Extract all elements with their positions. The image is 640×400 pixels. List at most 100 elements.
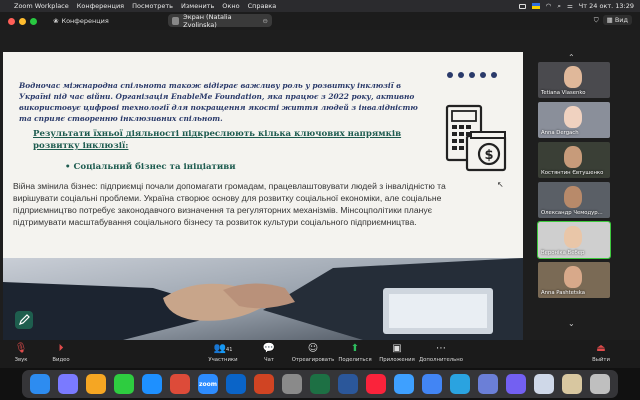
participant-tile[interactable]: Tetiana Vlasenko — [538, 62, 610, 98]
dock-preview-icon[interactable] — [478, 374, 498, 394]
zoom-title-bar: ❀ Конференция Экран (Natalia Zvolinska) … — [0, 12, 640, 30]
menu-item-help[interactable]: Справка — [248, 2, 277, 10]
dock-trash-icon[interactable] — [590, 374, 610, 394]
participant-tile[interactable]: Олександр Чемодур... — [538, 182, 610, 218]
search-icon[interactable]: ⌕ — [557, 2, 561, 11]
participant-name: Олександр Чемодур... — [541, 210, 603, 216]
menu-item-edit[interactable]: Изменить — [181, 2, 214, 10]
participant-name: Вероніка Вебер — [541, 250, 585, 256]
security-icon[interactable]: ⛉ — [594, 16, 599, 25]
wifi-icon[interactable]: ◠ — [546, 2, 552, 10]
dock-telegram-icon[interactable] — [450, 374, 470, 394]
react-label: Отреагировать — [291, 357, 335, 363]
chat-label: Чат — [264, 357, 274, 363]
participants-button[interactable]: 👥41 Участники — [198, 343, 248, 363]
dock-facetime-icon[interactable] — [114, 374, 134, 394]
dock-zoom-icon[interactable]: zoom — [198, 374, 218, 394]
screen-share-indicator[interactable]: Экран (Natalia Zvolinska) ⊖ — [168, 12, 272, 29]
participant-name: Костянтин Євтушенко — [541, 170, 604, 176]
video-button[interactable]: ⏵ Видео — [36, 343, 86, 363]
slide-bullet: • Соціальний бізнес та ініціативи — [65, 162, 236, 172]
annotate-pen-button[interactable] — [15, 311, 33, 329]
slide-heading: Результати їхньої діяльності підкреслюют… — [33, 129, 402, 151]
presenter-avatar — [172, 16, 180, 25]
dock-app-store-icon[interactable] — [142, 374, 162, 394]
grid-icon: ▦ — [606, 16, 613, 24]
apps-icon: ▣ — [392, 343, 402, 354]
control-center-icon[interactable]: ⚌ — [567, 2, 573, 10]
clock[interactable]: Чт 24 окт. 13:29 — [579, 2, 634, 10]
meeting-toolbar: 🎙 Звук ⏵ Видео 👥41 Участники 💬 Чат ☺ Отр… — [0, 340, 640, 368]
gallery-scroll-down-icon[interactable]: ⌄ — [568, 319, 575, 328]
dock-finder-window-icon[interactable] — [534, 374, 554, 394]
keyboard-layout-flag-icon[interactable] — [531, 3, 540, 9]
camera-off-icon: ⏵ — [58, 343, 64, 354]
share-label-toolbar: Поделиться — [338, 357, 372, 363]
dock-excel-icon[interactable] — [310, 374, 330, 394]
participant-video — [564, 186, 582, 208]
dock-settings-icon[interactable] — [282, 374, 302, 394]
apps-button[interactable]: ▣ Приложения — [372, 343, 422, 363]
participants-label: Участники — [208, 357, 238, 363]
audio-label: Звук — [14, 357, 28, 363]
participant-video — [564, 66, 582, 88]
menu-item-window[interactable]: Окно — [222, 2, 239, 10]
share-label: Экран (Natalia Zvolinska) — [183, 12, 232, 29]
participant-video — [564, 146, 582, 168]
macos-dock: zoom — [22, 370, 618, 398]
participant-tile[interactable]: Костянтин Євтушенко — [538, 142, 610, 178]
fullscreen-window-button[interactable] — [30, 17, 37, 25]
more-label: Дополнительно — [419, 357, 463, 363]
dock-outlook-icon[interactable] — [226, 374, 246, 394]
leave-button[interactable]: ⏏ Выйти — [576, 343, 626, 363]
dock-powerpoint-icon[interactable] — [254, 374, 274, 394]
more-button[interactable]: ⋯ Дополнительно — [416, 343, 466, 363]
mouse-cursor-icon: ↖ — [497, 180, 504, 189]
dock-browser-icon[interactable] — [422, 374, 442, 394]
view-label: Вид — [614, 16, 628, 24]
minimize-window-button[interactable] — [19, 17, 26, 25]
participant-tile[interactable]: Anna Dergach — [538, 102, 610, 138]
shield-icon: ❀ — [53, 17, 59, 25]
participant-video — [564, 106, 582, 128]
dock-finder-icon[interactable] — [30, 374, 50, 394]
dock-music-icon[interactable] — [366, 374, 386, 394]
participant-video — [564, 266, 582, 288]
pen-icon — [19, 314, 30, 325]
apps-label: Приложения — [379, 357, 415, 363]
dock-mail-icon[interactable] — [394, 374, 414, 394]
view-button[interactable]: ▦ Вид — [602, 15, 632, 25]
participant-tile[interactable]: Вероніка Вебер — [537, 221, 611, 259]
decorative-dots — [447, 72, 497, 78]
menu-item-view[interactable]: Посмотреть — [132, 2, 173, 10]
more-dots-icon: ⋯ — [436, 343, 446, 354]
display-icon[interactable] — [518, 3, 526, 9]
menu-app-name[interactable]: Zoom Workplace — [14, 2, 69, 10]
menu-item-meeting[interactable]: Конференция — [77, 2, 124, 10]
leave-door-icon: ⏏ — [596, 343, 606, 354]
participant-name: Tetiana Vlasenko — [541, 90, 586, 96]
calculator-money-icon: $ — [445, 104, 507, 172]
chat-icon: 💬 — [262, 343, 276, 354]
dock-notes-icon[interactable] — [562, 374, 582, 394]
dock-viber-icon[interactable] — [506, 374, 526, 394]
dock-launchpad-icon[interactable] — [58, 374, 78, 394]
slide-intro-text: Водночас міжнародна спільнота також віді… — [19, 81, 418, 123]
participant-video — [564, 226, 582, 248]
meeting-info[interactable]: ❀ Конференция — [53, 17, 109, 25]
participants-count: 41 — [226, 347, 233, 353]
shared-screen-slide: Водночас міжнародна спільнота також віді… — [3, 52, 523, 340]
participant-name: Anna Dergach — [541, 130, 579, 136]
participant-tile[interactable]: Anna Pashtetska — [538, 262, 610, 298]
dock-photos-icon[interactable] — [86, 374, 106, 394]
menu-bar: Zoom Workplace Конференция Посмотреть Из… — [0, 0, 640, 12]
meeting-label: Конференция — [61, 17, 109, 25]
gallery-scroll-up-icon[interactable]: ⌃ — [568, 53, 575, 62]
dock-word-icon[interactable] — [338, 374, 358, 394]
dock-chrome-icon[interactable] — [170, 374, 190, 394]
chat-button[interactable]: 💬 Чат — [244, 343, 294, 363]
close-window-button[interactable] — [8, 17, 15, 25]
svg-text:$: $ — [484, 148, 493, 163]
handshake-photo — [3, 258, 523, 340]
share-options-icon[interactable]: ⊖ — [263, 17, 268, 25]
